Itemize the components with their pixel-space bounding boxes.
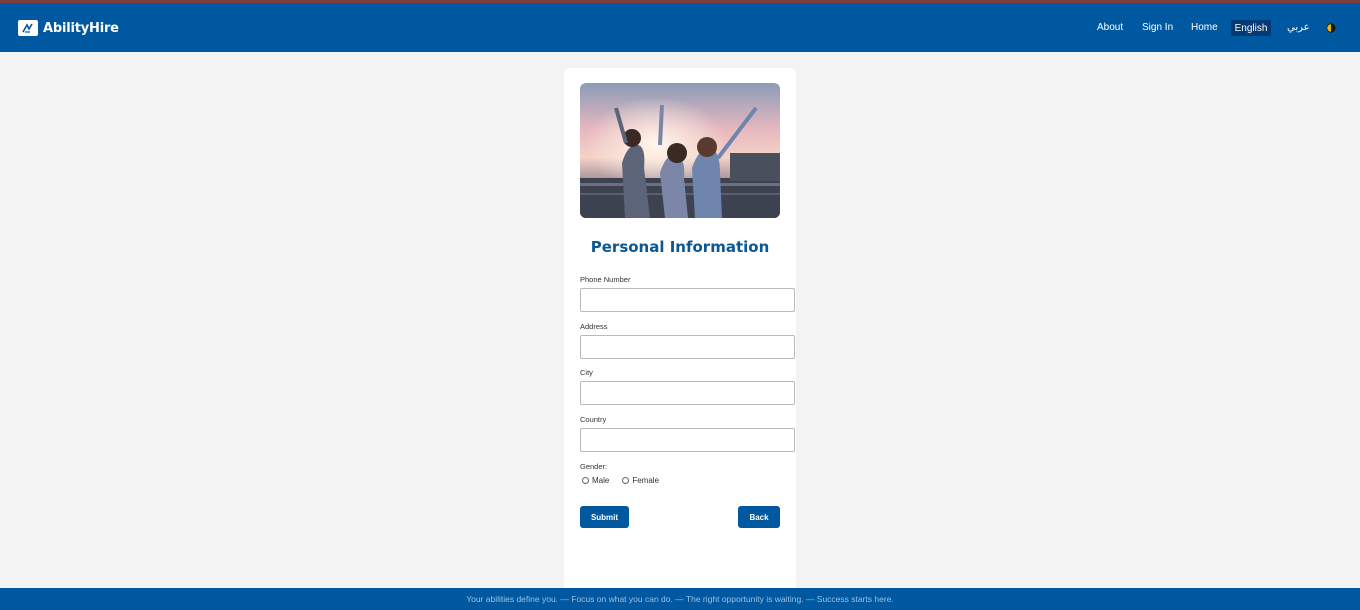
lang-english-button[interactable]: English xyxy=(1231,20,1271,36)
back-button[interactable]: Back xyxy=(738,506,780,528)
nav-home[interactable]: Home xyxy=(1191,22,1218,33)
theme-toggle-icon[interactable] xyxy=(1326,23,1336,33)
address-label: Address xyxy=(580,322,608,331)
female-radio-label: Female xyxy=(632,476,660,485)
gender-label: Gender: xyxy=(580,462,608,471)
page-title: Personal Information xyxy=(590,238,770,256)
city-input[interactable] xyxy=(580,381,795,405)
navbar: AbilityHire About Sign In Home English ع… xyxy=(0,3,1360,52)
nav-sign-in[interactable]: Sign In xyxy=(1142,22,1173,33)
female-radio[interactable] xyxy=(622,477,630,484)
footer-ticker-text: Your abilities define you. — Focus on wh… xyxy=(466,594,894,604)
male-radio[interactable] xyxy=(582,477,589,484)
brand-logo-icon xyxy=(18,20,38,36)
phone-input[interactable] xyxy=(580,288,795,312)
country-label: Country xyxy=(580,415,607,424)
brand[interactable]: AbilityHire xyxy=(18,17,119,39)
lang-arabic-button[interactable]: عربي xyxy=(1287,22,1310,33)
gender-radio-group: Male Female xyxy=(582,476,672,485)
personal-info-card: Personal Information Phone Number Addres… xyxy=(564,68,796,598)
phone-label: Phone Number xyxy=(580,275,631,284)
nav-about[interactable]: About xyxy=(1097,22,1123,33)
hero-photo xyxy=(580,83,780,218)
country-input[interactable] xyxy=(580,428,795,452)
address-input[interactable] xyxy=(580,335,795,359)
city-label: City xyxy=(580,368,593,377)
gender-female-option[interactable]: Female xyxy=(622,476,659,485)
male-radio-label: Male xyxy=(592,476,610,485)
brand-name: AbilityHire xyxy=(43,20,119,36)
footer-ticker: Your abilities define you. — Focus on wh… xyxy=(0,588,1360,610)
gender-male-option[interactable]: Male xyxy=(582,476,609,485)
submit-button[interactable]: Submit xyxy=(580,506,629,528)
